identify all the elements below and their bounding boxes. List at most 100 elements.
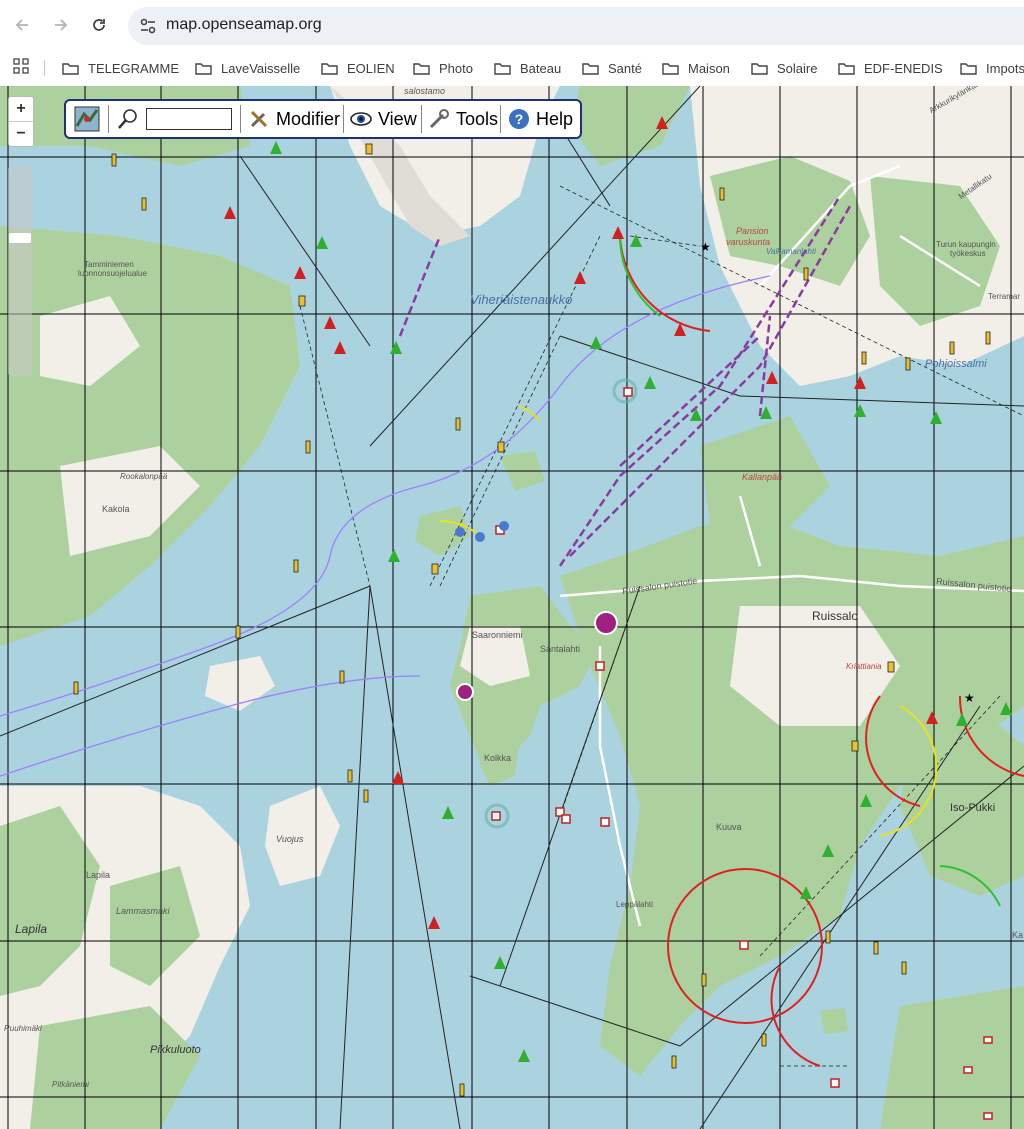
modifier-label: Modifier xyxy=(276,108,341,129)
bookmark-label: EDF-ENEDIS xyxy=(864,60,943,76)
eye-icon xyxy=(350,112,372,126)
arrow-left-icon xyxy=(15,19,28,31)
folder-icon xyxy=(751,62,768,75)
zoom-out-button[interactable]: − xyxy=(9,121,33,146)
bookmarks-bar: TELEGRAMME LaveVaisselle EOLIEN Photo Ba… xyxy=(0,50,1024,86)
bookmark-folder[interactable]: LaveVaisselle xyxy=(195,57,300,79)
label-kakola: Kakola xyxy=(102,504,130,514)
folder-icon xyxy=(321,62,338,75)
folder-icon xyxy=(582,62,599,75)
toolbar-divider xyxy=(421,105,422,133)
label-varuskunta: varuskunta xyxy=(726,237,771,247)
bookmark-label: Photo xyxy=(439,60,473,76)
view-button[interactable]: View xyxy=(350,101,417,137)
site-settings-icon[interactable] xyxy=(138,16,158,36)
label-tyokeskus: työkeskus xyxy=(950,249,986,258)
label-lapila-small: Lapila xyxy=(86,870,111,880)
tools-icon xyxy=(429,109,449,129)
svg-text:★: ★ xyxy=(700,240,711,254)
help-label: Help xyxy=(536,108,574,129)
tools-label: Tools xyxy=(456,108,499,129)
wrench-hammer-icon xyxy=(250,110,268,128)
zoom-slider-handle[interactable] xyxy=(9,233,31,243)
map-canvas[interactable]: ★ ★ Ruissalo Saaronniemi Santalahti Kolk… xyxy=(0,86,1024,1129)
bookmark-folder[interactable]: Santé xyxy=(582,57,642,79)
toolbar-divider xyxy=(343,105,344,133)
folder-icon xyxy=(960,62,977,75)
bookmarks-divider xyxy=(44,60,45,76)
label-luonnonsuojelualue: luonnonsuojelualue xyxy=(78,269,147,278)
search-input[interactable] xyxy=(146,108,232,130)
url-text: map.openseamap.org xyxy=(166,16,322,33)
land-southeast xyxy=(880,986,1024,1129)
label-pansion: Pansion xyxy=(736,226,769,236)
bookmark-label: Solaire xyxy=(777,60,818,76)
bookmark-folder[interactable]: Bateau xyxy=(494,57,561,79)
tools-button[interactable]: Tools xyxy=(428,101,498,137)
browser-top-bar: map.openseamap.org xyxy=(0,0,1024,50)
bookmark-folder[interactable]: EDF-ENEDIS xyxy=(838,57,943,79)
toolbar-divider xyxy=(108,105,109,133)
help-icon: ? xyxy=(509,109,529,129)
svg-text:★: ★ xyxy=(964,691,975,705)
label-ruissalo: Ruissalo xyxy=(812,609,859,623)
label-leppalahti: Leppälahti xyxy=(616,900,653,909)
forward-button[interactable] xyxy=(48,12,74,38)
label-isopukki: Iso-Pukki xyxy=(950,802,996,814)
label-kriattiania: Kriattiania xyxy=(846,662,882,671)
view-label: View xyxy=(378,108,417,129)
nautical-chart: ★ ★ xyxy=(0,86,1024,1129)
label-kallanpaa: Kallanpää xyxy=(742,472,783,482)
label-salostamo: salostamo xyxy=(404,86,446,96)
land-islet-se xyxy=(820,1008,848,1034)
folder-icon xyxy=(662,62,679,75)
label-kolkka: Kolkka xyxy=(484,753,512,763)
label-tamminiemen: Tamminiemen xyxy=(84,260,134,269)
folder-icon xyxy=(413,62,430,75)
bookmark-label: TELEGRAMME xyxy=(88,60,180,76)
bookmark-label: Bateau xyxy=(520,60,562,76)
address-bar[interactable]: map.openseamap.org xyxy=(128,7,1024,45)
toolbar-divider xyxy=(240,105,241,133)
label-santalahti: Santalahti xyxy=(540,644,581,654)
help-button[interactable]: ? Help xyxy=(508,101,573,137)
map-logo-icon[interactable] xyxy=(74,106,100,132)
folder-icon xyxy=(838,62,855,75)
bookmark-label: LaveVaisselle xyxy=(221,60,301,76)
bookmark-label: EOLIEN xyxy=(347,60,395,76)
reload-button[interactable] xyxy=(86,12,112,38)
zoom-slider-track[interactable] xyxy=(8,166,32,376)
bookmark-folder[interactable]: Maison xyxy=(662,57,730,79)
label-saaronniemi: Saaronniemi xyxy=(472,630,523,640)
bookmark-folder[interactable]: Solaire xyxy=(751,57,817,79)
label-turun-kaupungin: Turun kaupungin xyxy=(936,240,996,249)
modifier-button[interactable]: Modifier xyxy=(248,101,340,137)
folder-icon xyxy=(62,62,79,75)
label-valkamanlahti: Valkamanlahti xyxy=(766,247,816,256)
bookmark-folder[interactable]: Photo xyxy=(413,57,473,79)
label-lammasmaki: Lammasmaki xyxy=(116,906,170,916)
folder-icon xyxy=(195,62,212,75)
label-pikkuluoto: Pikkuluoto xyxy=(150,1044,201,1056)
forest-top-strip xyxy=(570,86,690,166)
map-toolbar: Modifier View Tools ? Help xyxy=(64,99,582,139)
label-viheriaistenaukko: Viheriäistenaukko xyxy=(470,292,573,307)
label-rookalonpaa: Rookalonpää xyxy=(120,472,168,481)
label-vuojus: Vuojus xyxy=(276,834,304,844)
search-icon[interactable] xyxy=(116,107,140,131)
bookmark-label: Impots xyxy=(986,60,1024,76)
bookmark-folder[interactable]: Impots xyxy=(960,57,1024,79)
label-kuuva: Kuuva xyxy=(716,822,742,832)
label-terramar: Terramar xyxy=(988,292,1021,301)
toolbar-divider xyxy=(500,105,501,133)
back-button[interactable] xyxy=(9,12,35,38)
apps-grid-icon[interactable] xyxy=(13,58,29,74)
bookmark-folder[interactable]: TELEGRAMME xyxy=(62,57,179,79)
bookmark-label: Santé xyxy=(608,60,642,76)
bookmark-folder[interactable]: EOLIEN xyxy=(321,57,395,79)
zoom-in-button[interactable]: + xyxy=(9,97,33,121)
land-west xyxy=(0,226,300,646)
land-areas xyxy=(0,86,1024,1129)
label-lapila-large: Lapila xyxy=(15,922,48,936)
zoom-control: + − xyxy=(8,96,34,147)
